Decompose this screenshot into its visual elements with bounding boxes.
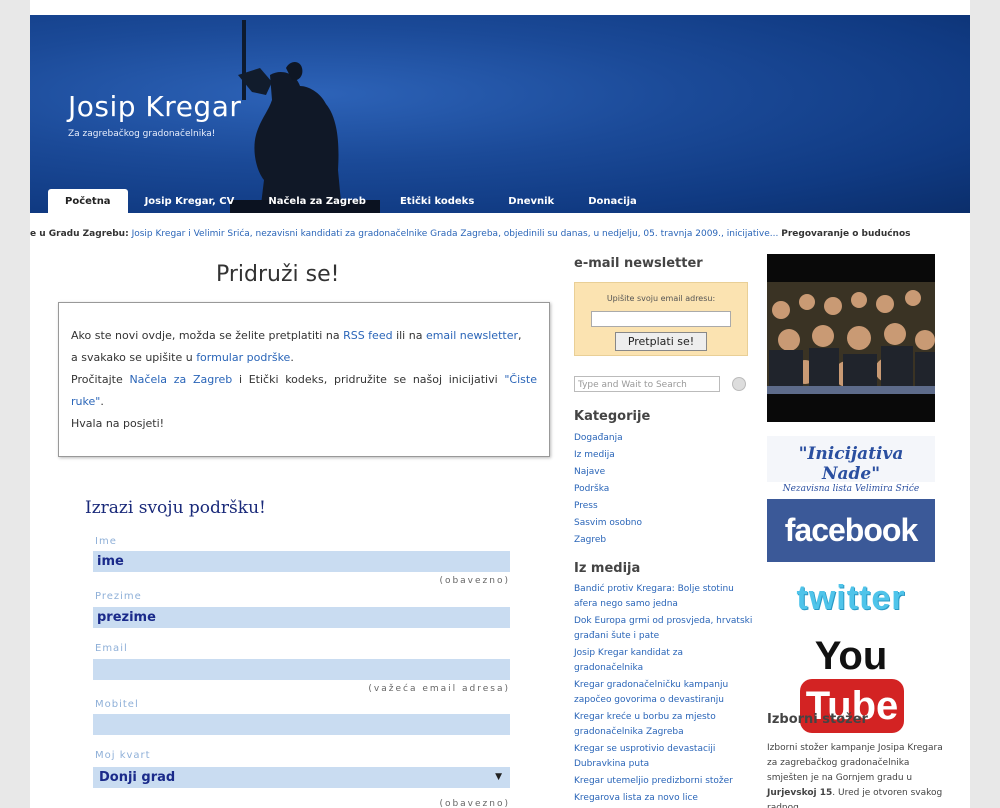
prezime-input[interactable]: prezime — [93, 607, 510, 628]
site-title[interactable]: Josip Kregar — [68, 90, 241, 123]
categories-title: Kategorije — [574, 409, 651, 424]
youtube-banner[interactable]: YouTube — [767, 630, 935, 733]
top-strip — [30, 0, 970, 16]
page: Josip Kregar Za zagrebačkog gradonačelni… — [30, 0, 970, 808]
intro-text: Pročitajte — [71, 373, 130, 386]
ticker-lead: e u Gradu Zagrebu: — [30, 229, 129, 239]
newsletter-email-input[interactable] — [591, 311, 731, 327]
nade-title: "Inicijativa Nade" — [798, 444, 904, 484]
thanks-text: Hvala na posjeti! — [71, 417, 165, 430]
kvart-label: Moj kvart — [95, 750, 151, 761]
mobitel-label: Mobitel — [95, 699, 139, 710]
media-link[interactable]: Kregar gradonačelničku kampanju započeo … — [574, 678, 754, 708]
media-link[interactable]: Bandić protiv Kregara: Bolje stotinu afe… — [574, 582, 754, 612]
media-link[interactable]: Kregarova lista za novo lice — [574, 791, 754, 806]
tab-eticki-kodeks[interactable]: Etički kodeks — [383, 189, 491, 213]
media-link[interactable]: Kregar se usprotivio devastaciji Dubravk… — [574, 742, 754, 772]
intro-text: i Etički kodeks, pridružite se našoj ini… — [232, 373, 505, 386]
tab-dnevnik[interactable]: Dnevnik — [491, 189, 571, 213]
subscribe-button[interactable]: Pretplati se! — [615, 332, 707, 351]
formular-link[interactable]: formular podrške — [196, 351, 290, 364]
stozer-text-part: Izborni stožer kampanje Josipa Kregara z… — [767, 743, 943, 783]
tab-cv[interactable]: Josip Kregar, CV — [128, 189, 252, 213]
header-banner: Josip Kregar Za zagrebačkog gradonačelni… — [30, 15, 970, 213]
intro-text: a svakako se upišite u — [71, 351, 197, 364]
category-link[interactable]: Zagreb — [574, 532, 642, 549]
site-tagline: Za zagrebačkog gradonačelnika! — [68, 129, 216, 139]
media-title: Iz medija — [574, 561, 641, 576]
categories-list: Događanja Iz medija Najave Podrška Press… — [574, 430, 642, 549]
nade-subtitle: Nezavisna lista Velimira Sriće — [782, 484, 920, 494]
email-hint: (važeća email adresa) — [368, 684, 510, 694]
email-input[interactable] — [93, 659, 510, 680]
category-link[interactable]: Press — [574, 498, 642, 515]
intro-box: Ako ste novi ovdje, možda se želite pret… — [58, 302, 550, 457]
ticker-link[interactable]: Josip Kregar i Velimir Srića, nezavisni … — [132, 229, 779, 239]
newsletter-title: e-mail newsletter — [574, 256, 703, 271]
chevron-down-icon: ▼ — [495, 772, 502, 782]
stozer-address: Jurjevskoj 15 — [767, 788, 833, 798]
ticker-next[interactable]: Pregovaranje o budućnos — [781, 229, 910, 239]
media-link[interactable]: Kregar utemeljio predizborni stožer — [574, 774, 754, 789]
statue-image — [230, 20, 380, 213]
news-ticker: e u Gradu Zagrebu: Josip Kregar i Velimi… — [30, 224, 970, 244]
kvart-select[interactable]: Donji grad ▼ — [93, 767, 510, 788]
tab-pocetna[interactable]: Početna — [48, 189, 128, 213]
stozer-title: Izborni stožer — [767, 712, 868, 727]
rss-link[interactable]: RSS feed — [343, 329, 393, 342]
media-link[interactable]: Josip Kregar kandidat za gradonačelnika — [574, 646, 754, 676]
media-list: Bandić protiv Kregara: Bolje stotinu afe… — [574, 582, 754, 808]
category-link[interactable]: Najave — [574, 464, 642, 481]
category-link[interactable]: Podrška — [574, 481, 642, 498]
twitter-banner[interactable]: twitter — [767, 575, 935, 621]
stozer-text: Izborni stožer kampanje Josipa Kregara z… — [767, 741, 945, 808]
email-label: Email — [95, 643, 128, 654]
facebook-banner[interactable]: facebook — [767, 499, 935, 562]
main-nav: Početna Josip Kregar, CV Načela za Zagre… — [48, 189, 654, 213]
intro-text: Ako ste novi ovdje, možda se želite pret… — [71, 329, 344, 342]
category-link[interactable]: Iz medija — [574, 447, 642, 464]
newsletter-label: Upišite svoju email adresu: — [606, 294, 716, 303]
kvart-value: Donji grad — [99, 770, 176, 785]
newsletter-box: Upišite svoju email adresu: Pretplati se… — [574, 282, 748, 356]
intro-text: . — [290, 351, 294, 364]
ime-hint: (obavezno) — [439, 576, 510, 586]
category-link[interactable]: Sasvim osobno — [574, 515, 642, 532]
crowd-photo[interactable] — [767, 254, 935, 422]
ime-label: Ime — [95, 536, 117, 547]
search-icon[interactable] — [732, 377, 746, 391]
ime-input[interactable]: ime — [93, 551, 510, 572]
stozer-text-part: . — [832, 788, 836, 798]
intro-text: , — [518, 329, 522, 342]
media-link[interactable]: Kregar kreće u borbu za mjesto gradonače… — [574, 710, 754, 740]
intro-text: . — [100, 395, 104, 408]
twitter-logo: twitter — [796, 579, 906, 617]
intro-text: ili na — [392, 329, 426, 342]
mobitel-input[interactable] — [93, 714, 510, 735]
prezime-label: Prezime — [95, 591, 142, 602]
tab-donacija[interactable]: Donacija — [571, 189, 654, 213]
facebook-logo: facebook — [784, 512, 918, 548]
media-link[interactable]: Dok Europa grmi od prosvjeda, hrvatski g… — [574, 614, 754, 644]
crowd-image — [767, 254, 935, 422]
newsletter-link[interactable]: email newsletter — [426, 329, 518, 342]
page-title: Pridruži se! — [216, 262, 340, 287]
form-title: Izrazi svoju podršku! — [85, 498, 266, 518]
youtube-you: You — [814, 634, 888, 678]
nacela-link[interactable]: Načela za Zagreb — [129, 373, 232, 386]
tab-nacela[interactable]: Načela za Zagreb — [251, 189, 383, 213]
kvart-hint: (obavezno) — [439, 799, 510, 808]
search-input[interactable]: Type and Wait to Search — [574, 376, 720, 392]
category-link[interactable]: Događanja — [574, 430, 642, 447]
inicijativa-nade-banner[interactable]: "Inicijativa Nade" Nezavisna lista Velim… — [767, 436, 935, 494]
